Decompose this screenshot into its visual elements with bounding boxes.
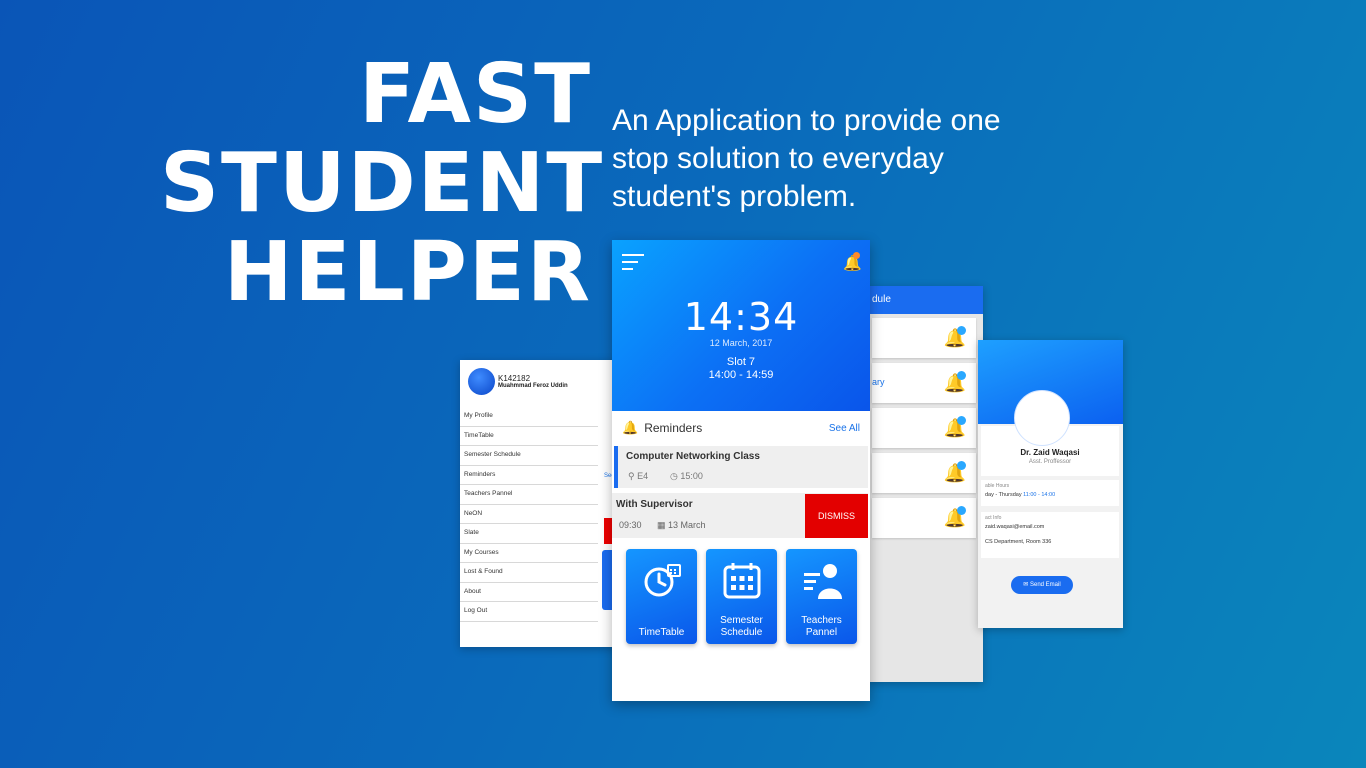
office-hours-value: day - Thursday 11:00 - 14:00 bbox=[981, 489, 1119, 498]
badge-dot-icon bbox=[957, 326, 966, 335]
reminder-time-value: 15:00 bbox=[680, 471, 703, 481]
office-hours-days: day - Thursday bbox=[985, 492, 1024, 498]
badge-dot-icon bbox=[957, 461, 966, 470]
menu-list: My Profile TimeTable Semester Schedule R… bbox=[460, 407, 620, 622]
reminder-room: ⚲ E4 bbox=[628, 471, 648, 482]
send-email-button[interactable]: ✉ Send Email bbox=[1011, 576, 1073, 594]
user-name: Muahmmad Feroz Uddin bbox=[498, 382, 568, 389]
current-slot: Slot 7 bbox=[726, 356, 756, 368]
menu-item-my-profile[interactable]: My Profile bbox=[460, 407, 598, 427]
schedule-screen: dule 🔔 ary 🔔 🔔 🔔 🔔 bbox=[868, 286, 983, 682]
menu-item-reminders[interactable]: Reminders bbox=[460, 466, 598, 485]
office-hours-label: able Hours bbox=[985, 483, 1010, 489]
schedule-card-text: ary bbox=[872, 377, 885, 387]
notification-dot-icon bbox=[853, 252, 860, 259]
calendar-icon bbox=[723, 563, 760, 599]
reminder-item[interactable]: Computer Networking Class ⚲ E4 ◷ 15:00 bbox=[614, 446, 868, 488]
reminder-title: With Supervisor bbox=[616, 499, 693, 510]
schedule-title: dule bbox=[868, 286, 983, 314]
headline: FAST STUDENT HELPER bbox=[160, 47, 605, 320]
headline-line-2: STUDENT bbox=[160, 136, 605, 231]
contact-email[interactable]: zaid.waqasi@email.com bbox=[981, 521, 1119, 530]
see-all-link[interactable]: See All bbox=[829, 423, 860, 434]
menu-item-slate[interactable]: Slate bbox=[460, 524, 598, 544]
menu-item-timetable[interactable]: TimeTable bbox=[460, 427, 598, 446]
teacher-icon bbox=[803, 564, 842, 599]
current-time: 14:34 bbox=[683, 295, 799, 339]
contact-label: act Info bbox=[985, 515, 1002, 521]
menu-item-lost-found[interactable]: Lost & Found bbox=[460, 563, 598, 583]
schedule-card[interactable]: 🔔 bbox=[872, 453, 976, 493]
hamburger-menu-icon[interactable] bbox=[622, 254, 644, 275]
menu-item-neon[interactable]: NeON bbox=[460, 505, 598, 524]
schedule-card[interactable]: 🔔 bbox=[872, 318, 976, 358]
reminders-title: Reminders bbox=[644, 421, 703, 435]
calendar-small-icon: ▦ bbox=[657, 520, 666, 530]
tagline: An Application to provide one stop solut… bbox=[612, 104, 1001, 213]
timetable-label: TimeTable bbox=[638, 627, 685, 638]
reminder-title: Computer Networking Class bbox=[626, 451, 760, 462]
reminder-time-value: 09:30 bbox=[619, 520, 642, 530]
current-date: 12 March, 2017 bbox=[709, 338, 773, 348]
dismiss-button[interactable]: DISMISS bbox=[805, 494, 868, 538]
slot-range: 14:00 - 14:59 bbox=[708, 369, 774, 381]
contact-office: CS Department, Room 336 bbox=[985, 539, 1052, 545]
office-hours-time: 11:00 - 14:00 bbox=[1023, 492, 1056, 498]
clock-calendar-icon bbox=[644, 564, 681, 597]
semester-schedule-tile[interactable]: Semester Schedule bbox=[706, 549, 777, 644]
teachers-pannel-label: Teachers Pannel bbox=[801, 615, 842, 638]
clock-hero: 🔔 14:34 12 March, 2017 Slot 7 14:00 - 14… bbox=[612, 240, 870, 411]
badge-dot-icon bbox=[957, 416, 966, 425]
timetable-tile[interactable]: TimeTable bbox=[626, 549, 697, 644]
reminder-room-value: E4 bbox=[637, 471, 649, 481]
menu-item-semester-schedule[interactable]: Semester Schedule bbox=[460, 446, 598, 466]
office-hours-card: able Hours day - Thursday 11:00 - 14:00 bbox=[981, 480, 1119, 506]
semester-schedule-label: Semester Schedule bbox=[720, 615, 763, 638]
schedule-card[interactable]: 🔔 bbox=[872, 408, 976, 448]
menu-item-teachers-pannel[interactable]: Teachers Pannel bbox=[460, 485, 598, 505]
reminder-date-value: 13 March bbox=[668, 520, 706, 530]
reminders-header: 🔔 Reminders See All bbox=[612, 411, 870, 445]
avatar[interactable] bbox=[468, 367, 495, 395]
location-pin-icon: ⚲ bbox=[628, 471, 635, 481]
schedule-card[interactable]: ary 🔔 bbox=[872, 363, 976, 403]
menu-item-about[interactable]: About bbox=[460, 583, 598, 602]
mail-icon: ✉ bbox=[1023, 582, 1029, 588]
schedule-card[interactable]: 🔔 bbox=[872, 498, 976, 538]
teachers-pannel-tile[interactable]: Teachers Pannel bbox=[786, 549, 857, 644]
user-id: K142182 bbox=[498, 373, 531, 383]
menu-item-my-courses[interactable]: My Courses bbox=[460, 544, 598, 563]
menu-item-log-out[interactable]: Log Out bbox=[460, 602, 598, 622]
reminder-date: ▦ 13 March bbox=[657, 520, 706, 531]
contact-card: act Info zaid.waqasi@email.com CS Depart… bbox=[981, 512, 1119, 558]
reminder-time: ◷ 15:00 bbox=[670, 471, 703, 482]
send-email-label: Send Email bbox=[1030, 582, 1061, 588]
menu-screen: K142182 Muahmmad Feroz Uddin My Profile … bbox=[460, 360, 620, 647]
badge-dot-icon bbox=[957, 371, 966, 380]
headline-line-3: HELPER bbox=[223, 225, 592, 320]
badge-dot-icon bbox=[957, 506, 966, 515]
headline-line-1: FAST bbox=[358, 47, 592, 142]
reminder-bell-icon: 🔔 bbox=[622, 420, 639, 435]
menu-header: K142182 Muahmmad Feroz Uddin bbox=[460, 360, 620, 402]
profile-screen: Dr. Zaid Waqasi Asst. Proffessor able Ho… bbox=[978, 340, 1123, 628]
teacher-title: Asst. Proffessor bbox=[1028, 459, 1072, 465]
dashboard-screen: 🔔 14:34 12 March, 2017 Slot 7 14:00 - 14… bbox=[612, 240, 870, 701]
teacher-avatar bbox=[1014, 390, 1070, 446]
clock-icon: ◷ bbox=[670, 471, 678, 481]
